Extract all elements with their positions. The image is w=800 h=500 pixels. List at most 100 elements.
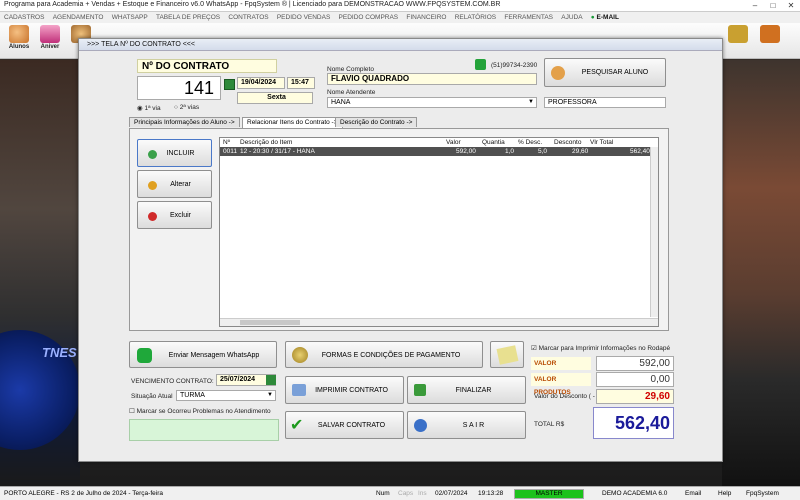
problem-checkbox[interactable]: ☐ Marcar se Ocorreu Problemas no Atendim…	[129, 407, 271, 415]
contract-header-box: Nº DO CONTRATO	[137, 59, 277, 73]
cell-discount-pct: 5,0	[538, 148, 548, 155]
status-value: TURMA	[180, 392, 205, 399]
status-company: DEMO ACADEMIA 6.0	[602, 490, 668, 497]
book-icon	[728, 25, 748, 43]
menu-pedido-vendas[interactable]: PEDIDO VENDAS	[277, 12, 330, 23]
status-num: Num	[376, 490, 390, 497]
print-contract-button[interactable]: IMPRIMIR CONTRATO	[285, 376, 404, 404]
menu-cadastros[interactable]: CADASTROS	[4, 12, 44, 23]
via2-label: 2ª vias	[179, 104, 200, 111]
menu-email-label: E-MAIL	[596, 14, 619, 21]
col-header-total: Vlr Total	[590, 139, 614, 146]
status-help[interactable]: Help	[718, 490, 731, 497]
minimize-icon[interactable]: –	[746, 0, 764, 12]
close-icon[interactable]: ✕	[782, 0, 800, 12]
print-footer-checkbox[interactable]: ☑ Marcar para Imprimir Informações no Ro…	[531, 344, 670, 352]
maximize-icon[interactable]: □	[764, 0, 782, 12]
menu-agendamento[interactable]: AGENDAMENTO	[53, 12, 104, 23]
problem-notes-field[interactable]	[129, 419, 279, 441]
col-header-value: Valor	[446, 139, 461, 146]
whatsapp-send-button[interactable]: Enviar Mensagem WhatsApp	[129, 341, 277, 368]
attendant-select[interactable]: HANA ▼	[327, 97, 537, 108]
table-row[interactable]: 0011 12 - 20:30 / 31/17 - HANA 592,00 1,…	[220, 147, 650, 156]
total-value: 562,40	[593, 407, 674, 439]
role-field: PROFESSORA	[544, 97, 666, 108]
window-titlebar: Programa para Academia + Vendas + Estoqu…	[0, 0, 800, 12]
menu-ferramentas[interactable]: FERRAMENTAS	[504, 12, 553, 23]
menu-pedido-compras[interactable]: PEDIDO COMPRAS	[339, 12, 399, 23]
payment-button[interactable]: FORMAS E CONDIÇÕES DE PAGAMENTO	[285, 341, 483, 368]
toolbar-book-button[interactable]	[723, 25, 753, 57]
status-email[interactable]: Email	[685, 490, 701, 497]
via1-radio[interactable]: ◉ 1ª via	[137, 104, 161, 112]
whatsapp-icon[interactable]	[475, 59, 486, 70]
items-grid[interactable]: Nº Descrição do Item Valor Quantia % Des…	[219, 137, 659, 327]
cell-number: 0011	[223, 148, 237, 155]
status-bar: PORTO ALEGRE - RS 2 de Julho de 2024 - T…	[0, 486, 800, 500]
delete-label: Excluir	[169, 212, 191, 219]
menu-relatorios[interactable]: RELATÓRIOS	[455, 12, 496, 23]
col-header-number: Nº	[223, 139, 231, 146]
print-contract-label: IMPRIMIR CONTRATO	[315, 387, 388, 394]
student-name-field[interactable]: FLAVIO QUADRADO	[327, 73, 537, 85]
scrollbar-thumb[interactable]	[240, 320, 300, 325]
search-student-button[interactable]: PESQUISAR ALUNO	[544, 58, 666, 87]
include-button[interactable]: INCLUIR	[137, 139, 212, 167]
vertical-scrollbar[interactable]	[650, 147, 658, 317]
col-header-description: Descrição do Item	[240, 139, 293, 146]
tab-contract-items[interactable]: Relacionar Itens do Contrato ->	[242, 117, 343, 128]
status-caps: Caps	[398, 490, 414, 497]
exit-label: S A I R	[462, 422, 485, 429]
products-value: 0,00	[596, 372, 674, 387]
payment-note-button[interactable]	[490, 341, 524, 368]
via2-radio[interactable]: ○ 2ª vias	[174, 104, 199, 111]
save-contract-label: SALVAR CONTRATO	[317, 422, 386, 429]
students-icon	[9, 25, 29, 43]
cell-discount: 29,60	[572, 148, 589, 155]
discount-label: Valor do Desconto ( - )	[534, 393, 599, 400]
toolbar-birthday-button[interactable]: Aniver	[35, 25, 65, 57]
tab-student-info[interactable]: Principais Informações do Aluno ->	[129, 117, 240, 127]
exit-button[interactable]: S A I R	[407, 411, 526, 439]
plate-lettering: TNES	[42, 345, 77, 360]
contract-date-field[interactable]: 19/04/2024	[237, 77, 285, 89]
problem-label: Marcar se Ocorreu Problemas no Atendimen…	[136, 408, 271, 415]
save-contract-button[interactable]: ✔ SALVAR CONTRATO	[285, 411, 404, 439]
menu-tabela-precos[interactable]: TABELA DE PREÇOS	[156, 12, 220, 23]
status-select[interactable]: TURMA ▼	[176, 390, 276, 401]
contract-dialog: >>> TELA Nº DO CONTRATO <<< Nº DO CONTRA…	[78, 38, 723, 462]
horizontal-scrollbar[interactable]	[220, 318, 658, 326]
menu-email[interactable]: ● E-MAIL	[591, 12, 619, 23]
menu-whatsapp[interactable]: WHATSAPP	[112, 12, 148, 23]
status-label: Situação Atual	[131, 393, 173, 400]
toolbar-students-button[interactable]: Alunos	[4, 25, 34, 57]
dialog-title: >>> TELA Nº DO CONTRATO <<<	[87, 41, 195, 48]
include-label: INCLUIR	[166, 150, 195, 157]
toolbar-calendar-button[interactable]	[755, 25, 785, 57]
finish-button[interactable]: FINALIZAR	[407, 376, 526, 404]
menu-contratos[interactable]: CONTRATOS	[228, 12, 268, 23]
cake-icon	[40, 25, 60, 43]
payment-label: FORMAS E CONDIÇÕES DE PAGAMENTO	[321, 352, 461, 359]
delete-button[interactable]: Excluir	[137, 201, 212, 229]
edit-button[interactable]: Alterar	[137, 170, 212, 198]
tab-contract-description[interactable]: Descrição do Contrato ->	[335, 117, 418, 127]
menu-ajuda[interactable]: AJUDA	[561, 12, 582, 23]
cell-value: 592,00	[456, 148, 476, 155]
notes-icon	[496, 345, 519, 365]
services-value: 592,00	[596, 356, 674, 371]
dialog-titlebar: >>> TELA Nº DO CONTRATO <<<	[79, 39, 722, 51]
finish-label: FINALIZAR	[455, 387, 492, 394]
total-label: TOTAL R$	[534, 421, 565, 428]
contract-number-field[interactable]: 141	[137, 76, 221, 100]
products-label: VALOR PRODUTOS	[531, 373, 591, 396]
contract-header: Nº DO CONTRATO	[142, 61, 230, 72]
calendar-icon[interactable]	[224, 79, 235, 90]
menu-financeiro[interactable]: FINANCEIRO	[406, 12, 446, 23]
calendar-icon[interactable]	[266, 375, 276, 385]
name-label: Nome Completo	[327, 66, 374, 73]
menu-bar: CADASTROS AGENDAMENTO WHATSAPP TABELA DE…	[0, 12, 800, 23]
window-title: Programa para Academia + Vendas + Estoqu…	[4, 1, 501, 8]
toolbar-birthday-label: Aniver	[40, 44, 60, 50]
status-ins: Ins	[418, 490, 427, 497]
